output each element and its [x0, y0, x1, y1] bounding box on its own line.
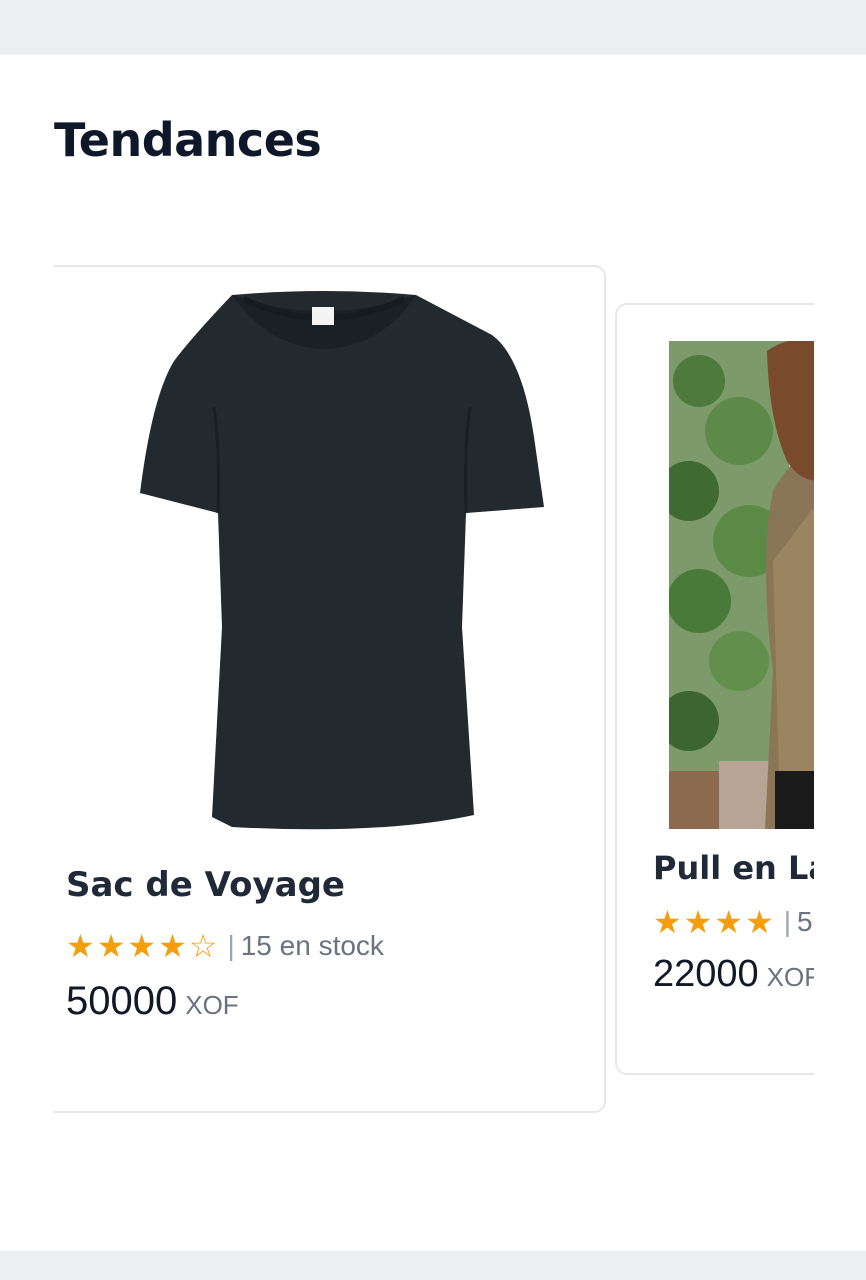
product-meta: ★★★★☆ | 15 en stock — [66, 927, 384, 965]
price-value: 50000 — [66, 979, 178, 1023]
content-panel: Tendances Sac de Voyage ★★★★☆ | 15 en st… — [0, 55, 866, 1251]
product-image[interactable] — [82, 287, 562, 847]
meta-separator: | — [227, 930, 235, 961]
product-price: 22000 XOF — [653, 953, 814, 996]
rating-stars: ★★★★☆ — [66, 928, 220, 964]
price-currency: XOF — [766, 962, 814, 992]
rating-stars: ★★★★ — [653, 904, 776, 940]
product-name[interactable]: Pull en Lai — [653, 849, 814, 887]
stock-count: 5 — [797, 906, 813, 937]
product-meta: ★★★★ | 5 — [653, 903, 813, 941]
product-card[interactable]: Sac de Voyage ★★★★☆ | 15 en stock 50000 X… — [54, 265, 606, 1113]
product-name[interactable]: Sac de Voyage — [66, 865, 345, 905]
product-card[interactable]: Pull en Lai ★★★★ | 5 22000XOF — [615, 303, 814, 1075]
stock-count: 15 en stock — [240, 930, 384, 961]
product-image[interactable] — [669, 341, 814, 829]
price-currency: XOF — [185, 990, 239, 1020]
meta-separator: | — [783, 906, 792, 937]
product-price: 50000 XOF — [66, 979, 239, 1024]
sweater-photo — [669, 341, 814, 829]
trending-carousel[interactable]: Sac de Voyage ★★★★☆ | 15 en stock 50000 X… — [54, 55, 814, 1251]
price-value: 22000 — [653, 953, 759, 995]
tshirt-image — [140, 291, 544, 830]
